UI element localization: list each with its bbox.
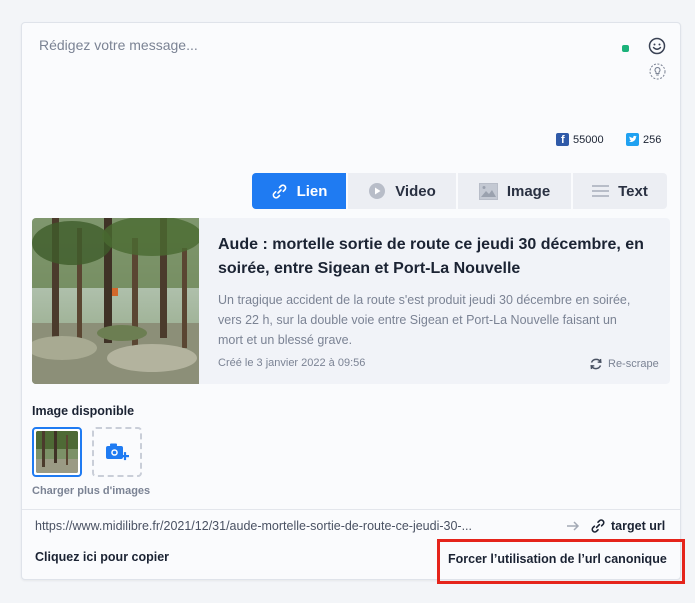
facebook-count: 55000	[573, 133, 604, 146]
tab-lien-label: Lien	[296, 182, 328, 200]
article-thumbnail	[32, 218, 199, 384]
tab-lien[interactable]: Lien	[252, 173, 348, 209]
twitter-count: 256	[643, 133, 662, 146]
link-preview: Aude : mortelle sortie de route ce jeudi…	[32, 218, 670, 384]
add-image-button[interactable]	[92, 427, 142, 477]
emoji-icon[interactable]	[648, 37, 666, 55]
post-composer-card: Rédigez votre message... f 55000 256 Lie…	[21, 22, 685, 584]
tab-video[interactable]: Video	[348, 173, 458, 209]
play-icon	[369, 183, 386, 199]
twitter-shares: 256	[626, 133, 661, 146]
status-indicator	[622, 45, 629, 52]
tab-image[interactable]: Image	[458, 173, 573, 209]
article-url: https://www.midilibre.fr/2021/12/31/aude…	[35, 519, 472, 533]
content-type-tabs: Lien Video Image Text	[252, 173, 667, 209]
tab-text-label: Text	[618, 182, 648, 200]
link-icon	[591, 519, 605, 533]
twitter-icon	[626, 133, 639, 146]
image-icon	[478, 182, 498, 200]
arrow-right-icon	[566, 519, 580, 538]
refresh-icon	[590, 358, 602, 370]
text-lines-icon	[592, 184, 610, 197]
tab-video-label: Video	[395, 182, 436, 200]
load-more-images-link[interactable]: Charger plus d'images	[32, 485, 150, 497]
article-created-date: Créé le 3 janvier 2022 à 09:56	[218, 357, 366, 369]
message-input[interactable]: Rédigez votre message...	[39, 37, 198, 53]
add-photo-icon	[106, 443, 129, 461]
facebook-shares: f 55000	[556, 133, 604, 146]
article-description: Un tragique accident de la route s'est p…	[218, 293, 631, 347]
selected-image-thumbnail[interactable]	[32, 427, 82, 477]
rescrape-label: Re-scrape	[608, 358, 659, 370]
facebook-icon: f	[556, 133, 569, 146]
force-canonical-url-button[interactable]: Forcer l’utilisation de l’url canonique	[448, 552, 667, 566]
available-image-label: Image disponible	[32, 404, 135, 418]
divider	[22, 509, 680, 510]
target-url-label: target url	[611, 519, 666, 533]
target-url-button[interactable]: target url	[590, 518, 665, 534]
article-title[interactable]: Aude : mortelle sortie de route ce jeudi…	[218, 233, 658, 281]
tab-text[interactable]: Text	[573, 173, 667, 209]
rescrape-button[interactable]: Re-scrape	[589, 357, 659, 371]
link-icon	[272, 183, 286, 199]
tab-image-label: Image	[506, 182, 551, 200]
copy-link-button[interactable]: Cliquez ici pour copier	[35, 550, 169, 564]
lightbulb-icon[interactable]	[649, 63, 666, 80]
